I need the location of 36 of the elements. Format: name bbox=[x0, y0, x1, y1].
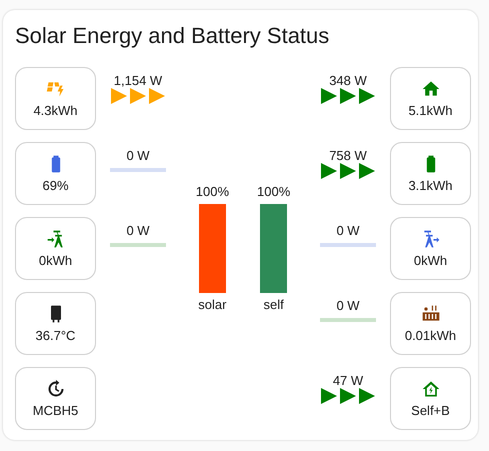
tile-value: 0.01kWh bbox=[404, 328, 456, 343]
tile-value: Self+B bbox=[411, 403, 450, 418]
power-reading: 0 W bbox=[126, 223, 150, 238]
power-reading: 348 W bbox=[329, 73, 367, 88]
power-reading: 758 W bbox=[329, 148, 367, 163]
entity-tile[interactable]: 5.1kWh bbox=[390, 67, 471, 130]
tile-value: MCBH5 bbox=[32, 403, 78, 418]
tile-value: 36.7°C bbox=[36, 328, 76, 343]
power-reading: 0 W bbox=[336, 298, 360, 313]
entity-tile[interactable]: 3.1kWh bbox=[390, 142, 471, 205]
entity-tile[interactable]: 0.01kWh bbox=[390, 292, 471, 355]
tile-value: 3.1kWh bbox=[408, 178, 453, 193]
entity-tile[interactable]: 69% bbox=[15, 142, 96, 205]
power-reading: 1,154 W bbox=[114, 73, 162, 88]
power-reading: 0 W bbox=[126, 148, 150, 163]
bar-percentage: 100% bbox=[257, 184, 290, 200]
tile-value: 69% bbox=[42, 178, 69, 193]
card-title: Solar Energy and Battery Status bbox=[15, 22, 330, 50]
entity-tile[interactable]: MCBH5 bbox=[15, 367, 96, 430]
power-reading: 47 W bbox=[332, 373, 364, 388]
entity-tile[interactable]: 4.3kWh bbox=[15, 67, 96, 130]
home-bolt-icon bbox=[420, 379, 440, 399]
timer-icon bbox=[46, 379, 66, 399]
entity-tile[interactable]: 0kWh bbox=[390, 217, 471, 280]
power-tower-icon bbox=[46, 229, 66, 249]
entity-tile[interactable]: Self+B bbox=[390, 367, 471, 430]
tile-value: 0kWh bbox=[38, 253, 72, 268]
tile-value: 0kWh bbox=[414, 253, 448, 268]
entity-tile[interactable]: 0kWh bbox=[15, 217, 96, 280]
power-reading: 0 W bbox=[336, 223, 360, 238]
bar-percentage: 100% bbox=[196, 184, 229, 200]
entity-tile[interactable]: 36.7°C bbox=[15, 292, 96, 355]
tile-value: 5.1kWh bbox=[408, 103, 453, 118]
bar-label: self bbox=[264, 297, 284, 313]
tile-value: 4.3kWh bbox=[33, 103, 78, 118]
bar-label: solar bbox=[198, 297, 226, 313]
